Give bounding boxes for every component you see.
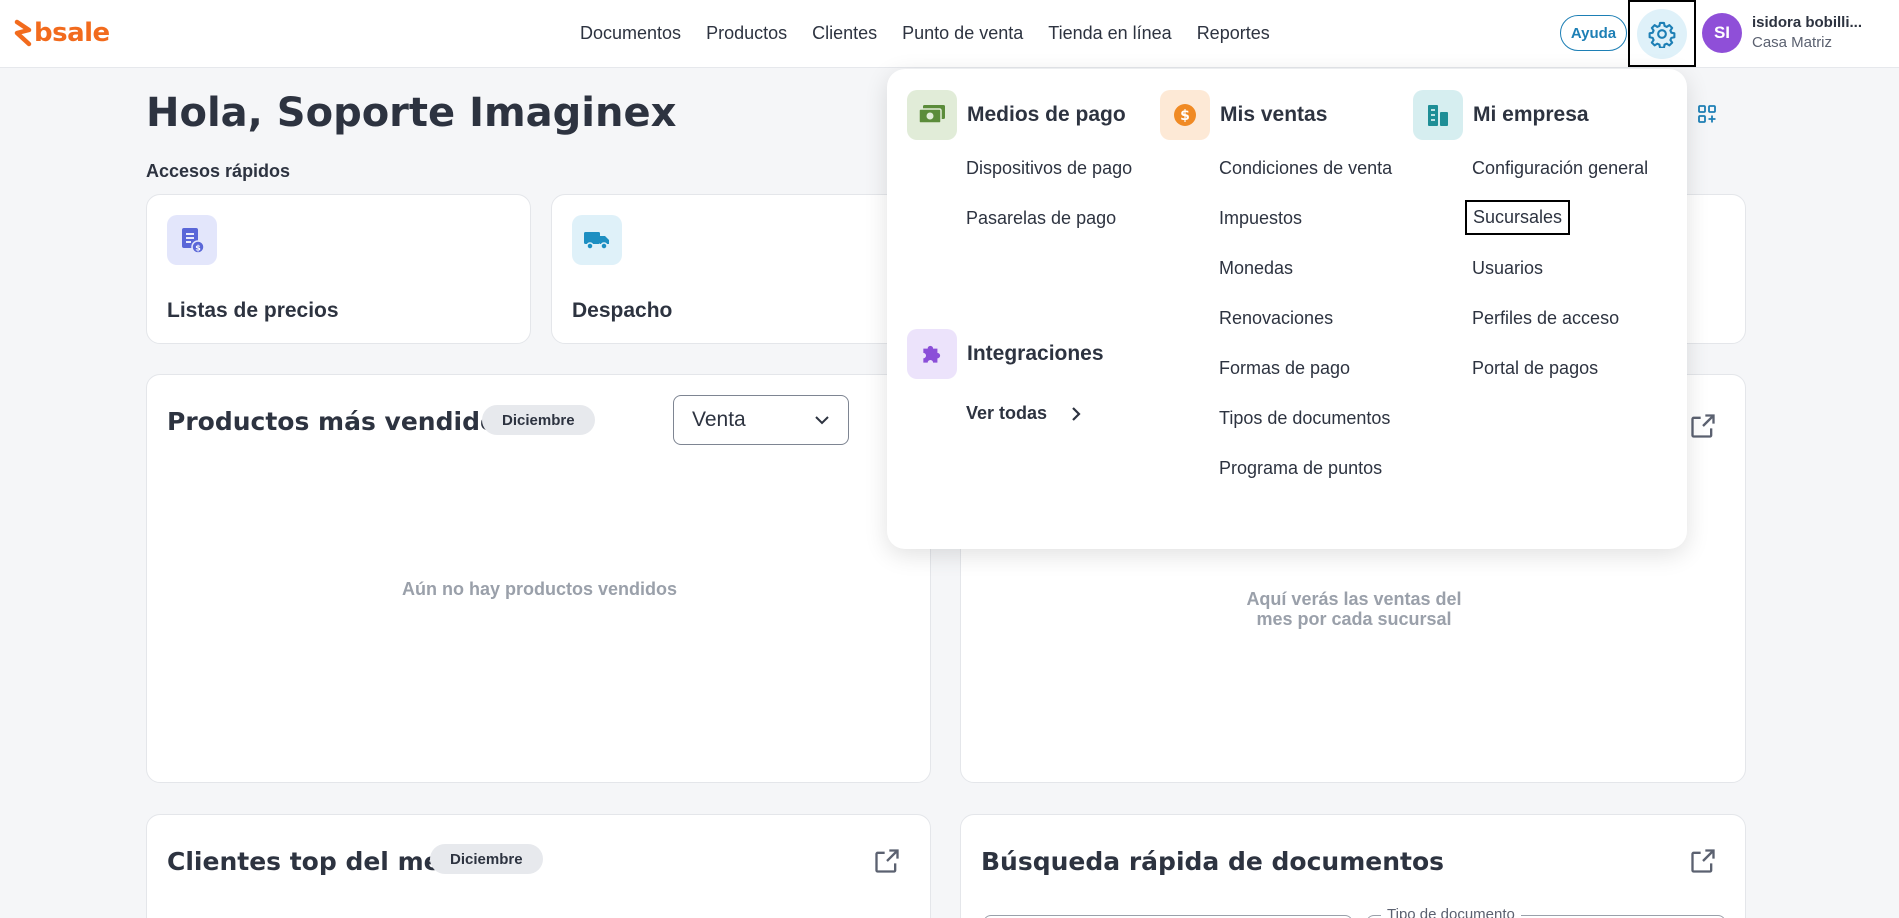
menu-item-renewals[interactable]: Renovaciones xyxy=(1219,308,1333,329)
menu-section-integrations: Integraciones xyxy=(967,342,1104,365)
open-external-icon[interactable] xyxy=(873,847,901,875)
puzzle-icon xyxy=(907,329,957,379)
bsale-logo[interactable]: bsale xyxy=(14,18,110,48)
avatar[interactable]: SI xyxy=(1702,13,1742,53)
menu-item-taxes[interactable]: Impuestos xyxy=(1219,208,1302,229)
metric-select[interactable]: Venta xyxy=(673,395,849,445)
settings-button-bg xyxy=(1637,8,1687,59)
price-list-icon: $ xyxy=(167,215,217,265)
nav-tienda-en-linea[interactable]: Tienda en línea xyxy=(1048,23,1171,44)
menu-item-general-settings[interactable]: Configuración general xyxy=(1472,158,1648,179)
doc-search-panel: Búsqueda rápida de documentos Tipo de do… xyxy=(960,814,1746,918)
empty-branch-sales-line1: Aquí verás las ventas del xyxy=(1246,589,1462,609)
menu-section-my-sales: Mis ventas xyxy=(1220,103,1328,126)
menu-item-branches[interactable]: Sucursales xyxy=(1465,200,1571,235)
empty-branch-sales-message: Aquí verás las ventas del mes por cada s… xyxy=(961,589,1747,629)
bsale-logo-icon xyxy=(14,19,32,47)
quick-access-label: Listas de precios xyxy=(167,299,339,322)
page-title: Hola, Soporte Imaginex xyxy=(146,90,677,136)
quick-access-price-lists[interactable]: $ Listas de precios xyxy=(146,194,531,344)
menu-item-payment-forms[interactable]: Formas de pago xyxy=(1219,358,1350,379)
coin-icon: $ xyxy=(1160,90,1210,140)
nav-productos[interactable]: Productos xyxy=(706,23,787,44)
see-all-integrations-link[interactable]: Ver todas xyxy=(966,403,1081,424)
user-name[interactable]: isidora bobilli... xyxy=(1752,14,1862,31)
menu-item-payment-devices[interactable]: Dispositivos de pago xyxy=(966,158,1132,179)
grid-add-icon xyxy=(1698,104,1716,123)
menu-item-currencies[interactable]: Monedas xyxy=(1219,258,1293,279)
nav-reportes[interactable]: Reportes xyxy=(1197,23,1270,44)
doc-type-field-label: Tipo de documento xyxy=(1381,906,1521,918)
main-nav: Documentos Productos Clientes Punto de v… xyxy=(580,0,1270,66)
building-icon xyxy=(1413,90,1463,140)
help-button[interactable]: Ayuda xyxy=(1560,15,1627,51)
open-external-icon[interactable] xyxy=(1689,412,1717,440)
menu-item-payment-portal[interactable]: Portal de pagos xyxy=(1472,358,1598,379)
top-products-title: Productos más vendidos xyxy=(167,407,513,436)
settings-button[interactable] xyxy=(1628,0,1696,67)
menu-item-points-program[interactable]: Programa de puntos xyxy=(1219,458,1382,479)
quick-access-dispatch[interactable]: Despacho xyxy=(551,194,936,344)
truck-icon xyxy=(572,215,622,265)
metric-select-value: Venta xyxy=(692,408,746,431)
top-clients-panel: Clientes top del mes Diciembre xyxy=(146,814,931,918)
doc-search-title: Búsqueda rápida de documentos xyxy=(981,847,1445,876)
top-bar: bsale Documentos Productos Clientes Punt… xyxy=(0,0,1899,68)
top-products-panel: Productos más vendidos Diciembre Venta A… xyxy=(146,374,931,783)
open-external-icon[interactable] xyxy=(1689,847,1717,875)
nav-clientes[interactable]: Clientes xyxy=(812,23,877,44)
nav-punto-de-venta[interactable]: Punto de venta xyxy=(902,23,1023,44)
logo-text: bsale xyxy=(34,18,110,48)
menu-item-users[interactable]: Usuarios xyxy=(1472,258,1543,279)
quick-access-heading: Accesos rápidos xyxy=(146,161,291,181)
menu-item-document-types[interactable]: Tipos de documentos xyxy=(1219,408,1390,429)
empty-branch-sales-line2: mes por cada sucursal xyxy=(1256,609,1452,629)
menu-section-payment-methods: Medios de pago xyxy=(967,103,1126,126)
month-badge: Diciembre xyxy=(482,405,595,435)
top-clients-title: Clientes top del mes xyxy=(167,847,456,876)
menu-section-my-company: Mi empresa xyxy=(1473,103,1589,126)
see-all-label: Ver todas xyxy=(966,403,1048,423)
cash-icon xyxy=(907,90,957,140)
menu-item-access-profiles[interactable]: Perfiles de acceso xyxy=(1472,308,1619,329)
nav-documentos[interactable]: Documentos xyxy=(580,23,681,44)
quick-access-label: Despacho xyxy=(572,299,673,322)
menu-item-sale-conditions[interactable]: Condiciones de venta xyxy=(1219,158,1392,179)
settings-menu: Medios de pago Dispositivos de pago Pasa… xyxy=(887,69,1687,549)
gear-icon xyxy=(1648,21,1676,48)
menu-item-payment-gateways[interactable]: Pasarelas de pago xyxy=(966,208,1116,229)
user-branch: Casa Matriz xyxy=(1752,34,1833,51)
chevron-down-icon xyxy=(815,416,829,425)
month-badge: Diciembre xyxy=(430,844,543,874)
chevron-right-icon xyxy=(1072,406,1081,421)
svg-text:$: $ xyxy=(1180,108,1190,124)
svg-text:$: $ xyxy=(195,244,201,253)
empty-products-message: Aún no hay productos vendidos xyxy=(401,579,677,599)
